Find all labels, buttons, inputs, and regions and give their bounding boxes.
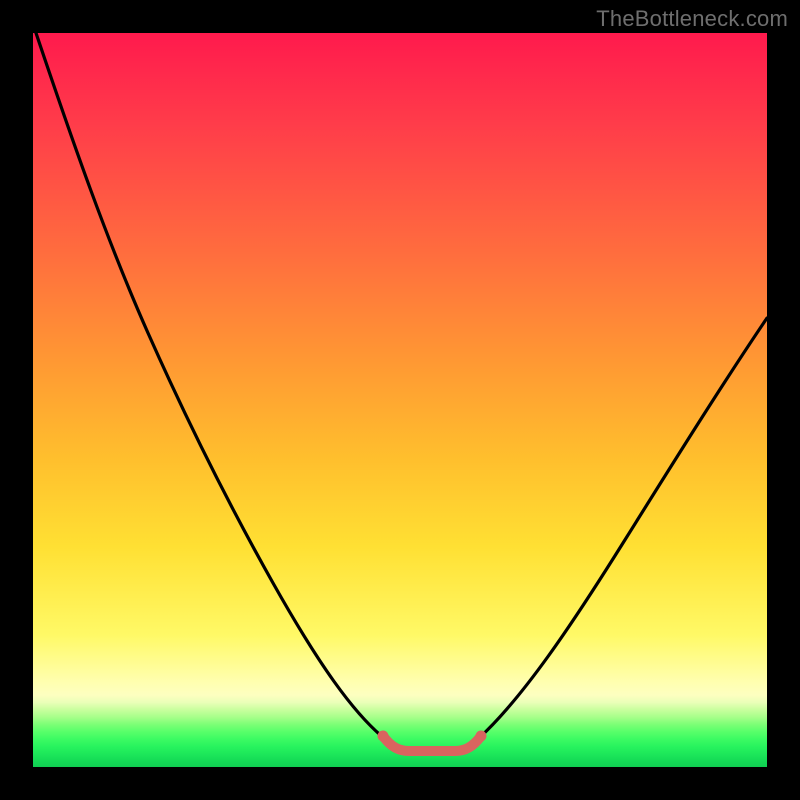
trough-end-left [378, 731, 389, 742]
watermark-text: TheBottleneck.com [596, 6, 788, 32]
trough-end-right [476, 731, 487, 742]
curve-path [36, 33, 767, 750]
curve-trough-highlight [383, 736, 481, 751]
plot-area [33, 33, 767, 767]
chart-frame: TheBottleneck.com [0, 0, 800, 800]
bottleneck-curve [33, 33, 767, 767]
